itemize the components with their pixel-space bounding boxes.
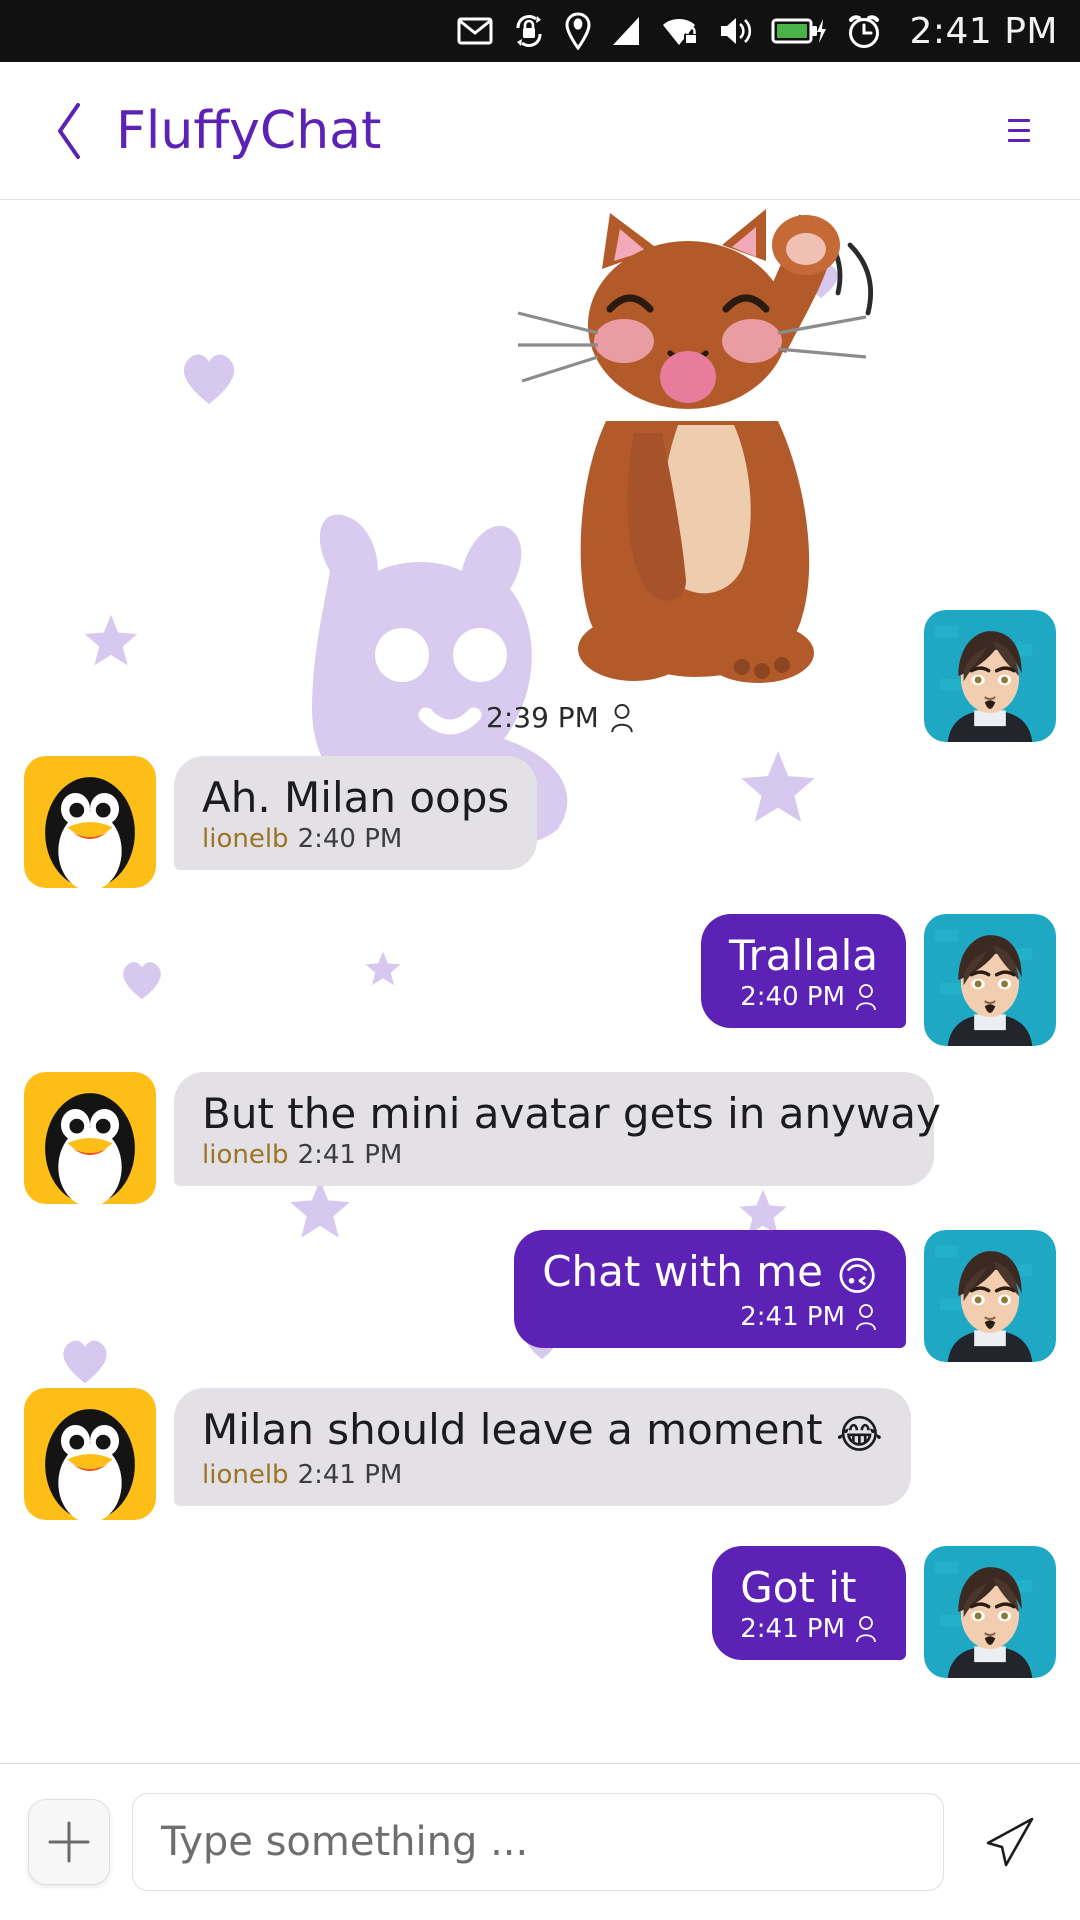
message-bubble[interactable]: But the mini avatar gets in anyway lione…	[174, 1072, 941, 1187]
message-meta: 2:41 PM	[542, 1302, 878, 1332]
message-bubble[interactable]: Milan should leave a moment 😂 lionelb 2:…	[174, 1388, 911, 1506]
avatar[interactable]	[24, 756, 156, 888]
sticker-meta: 2:39 PM	[486, 701, 906, 734]
message-text: But the mini avatar gets in anyway	[202, 1089, 941, 1138]
message-input[interactable]	[161, 1819, 915, 1865]
message-time: 2:40 PM	[740, 982, 845, 1013]
tux-penguin-avatar	[24, 756, 156, 888]
message-list[interactable]: 2:39 PM Ah. Milan oops lionelb 2:40 PM T…	[0, 201, 1080, 1763]
message-meta: lionelb 2:41 PM	[202, 1140, 906, 1170]
message-row[interactable]: Chat with me 🙃 2:41 PM	[0, 1230, 1080, 1362]
avatar[interactable]	[924, 1230, 1056, 1362]
waving-cat-sticker	[517, 209, 873, 683]
message-sender: lionelb	[202, 824, 289, 855]
sync-lock-icon	[511, 14, 547, 48]
tux-penguin-avatar	[24, 1072, 156, 1204]
page-title: FluffyChat	[116, 100, 382, 161]
person-icon	[856, 1304, 876, 1331]
anime-man-avatar	[924, 610, 1056, 742]
message-text: Trallala	[729, 931, 878, 980]
tux-penguin-avatar	[24, 1388, 156, 1520]
message-row[interactable]: Ah. Milan oops lionelb 2:40 PM	[0, 756, 1080, 888]
message-meta: 2:41 PM	[740, 1614, 878, 1644]
message-bubble[interactable]: Got it 2:41 PM	[712, 1546, 906, 1661]
avatar[interactable]	[24, 1388, 156, 1520]
sticker-bubble[interactable]: 2:39 PM	[486, 201, 906, 748]
message-time: 2:40 PM	[297, 824, 403, 855]
person-icon	[856, 1616, 876, 1643]
avatar[interactable]	[924, 1546, 1056, 1678]
message-time: 2:41 PM	[740, 1302, 845, 1332]
anime-man-avatar	[924, 914, 1056, 1046]
cell-signal-icon	[609, 15, 643, 47]
message-text-content: Milan should leave a moment	[202, 1405, 836, 1454]
message-meta: lionelb 2:41 PM	[202, 1460, 883, 1490]
message-bubble[interactable]: Chat with me 🙃 2:41 PM	[514, 1230, 906, 1348]
avatar[interactable]	[924, 610, 1056, 742]
fluffychat-screen: 2:41 PM FluffyChat 2:39 PM Ah. Milan oop…	[0, 0, 1080, 1920]
volume-icon	[717, 15, 753, 47]
anime-man-avatar	[924, 1546, 1056, 1678]
composer-bar	[0, 1763, 1080, 1920]
message-time: 2:41 PM	[740, 1614, 845, 1645]
message-text: Got it	[740, 1563, 857, 1612]
wifi-locked-icon	[661, 15, 699, 47]
avatar[interactable]	[924, 914, 1056, 1046]
message-meta: lionelb 2:40 PM	[202, 824, 509, 854]
status-bar-clock: 2:41 PM	[909, 10, 1058, 52]
message-time: 2:41 PM	[297, 1460, 403, 1490]
message-text: Chat with me 🙃	[542, 1247, 878, 1300]
app-bar: FluffyChat	[0, 62, 1080, 200]
send-icon	[986, 1817, 1034, 1867]
message-sender: lionelb	[202, 1460, 289, 1490]
send-button[interactable]	[966, 1799, 1052, 1885]
mail-icon	[457, 16, 493, 46]
message-text: Milan should leave a moment 😂	[202, 1405, 883, 1458]
message-sender: lionelb	[202, 1140, 289, 1171]
person-icon	[856, 984, 876, 1011]
message-bubble[interactable]: Ah. Milan oops lionelb 2:40 PM	[174, 756, 538, 871]
avatar[interactable]	[24, 1072, 156, 1204]
message-row[interactable]: Got it 2:41 PM	[0, 1546, 1080, 1678]
message-row[interactable]: Milan should leave a moment 😂 lionelb 2:…	[0, 1388, 1080, 1520]
message-text-content: Chat with me	[542, 1247, 837, 1296]
plus-icon	[48, 1821, 90, 1863]
message-time: 2:41 PM	[297, 1140, 403, 1171]
upside-down-face-emoji: 🙃	[836, 1254, 878, 1300]
joy-emoji: 😂	[835, 1412, 883, 1458]
message-input-wrapper[interactable]	[132, 1793, 944, 1891]
back-button[interactable]	[36, 98, 102, 164]
person-icon	[611, 703, 633, 732]
anime-man-avatar	[924, 1230, 1056, 1362]
message-row[interactable]: But the mini avatar gets in anyway lione…	[0, 1072, 1080, 1204]
message-text: Ah. Milan oops	[202, 773, 510, 822]
message-bubble[interactable]: Trallala 2:40 PM	[701, 914, 906, 1029]
message-row[interactable]: Trallala 2:40 PM	[0, 914, 1080, 1046]
message-meta: 2:40 PM	[729, 982, 878, 1012]
overflow-menu-icon[interactable]	[992, 101, 1046, 161]
add-attachment-button[interactable]	[28, 1799, 110, 1885]
alarm-clock-icon	[845, 12, 883, 50]
sticker-time: 2:39 PM	[486, 701, 599, 734]
battery-charging-icon	[771, 15, 827, 47]
message-row-sticker[interactable]: 2:39 PM	[0, 201, 1080, 748]
location-pin-icon	[565, 12, 591, 50]
status-bar: 2:41 PM	[0, 0, 1080, 62]
